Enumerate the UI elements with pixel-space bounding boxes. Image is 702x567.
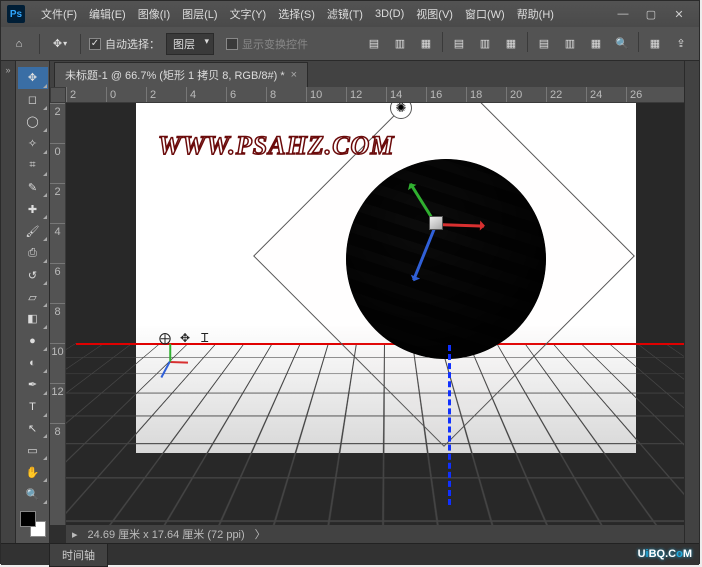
- watermark-text: WWW.PSAHZ.COM: [158, 131, 394, 161]
- path-select-tool[interactable]: ↖: [18, 418, 48, 440]
- 3d-vertical-axis-line: [448, 345, 451, 505]
- minimize-button[interactable]: —: [609, 4, 637, 24]
- site-watermark: UiBQ.CoM: [638, 541, 692, 562]
- menu-file[interactable]: 文件(F): [35, 6, 83, 22]
- chevron-right-icon: »: [5, 65, 10, 543]
- status-caret-icon[interactable]: ▸: [72, 528, 78, 541]
- document-tab-bar: 未标题-1 @ 66.7% (矩形 1 拷贝 8, RGB/8#) * ×: [50, 61, 699, 87]
- status-bar: ▸ 24.69 厘米 x 17.64 厘米 (72 ppi) 〉: [66, 525, 699, 543]
- show-transform-label: 显示变换控件: [242, 36, 308, 52]
- align-button-5[interactable]: ▥: [558, 32, 582, 56]
- gradient-tool[interactable]: ◧: [18, 308, 48, 330]
- crop-tool[interactable]: ⌗: [18, 155, 48, 177]
- canvas[interactable]: ⨁ ✥ Ꮖ WWW.PSAHZ.COM: [136, 103, 636, 453]
- marquee-tool[interactable]: ◻: [18, 89, 48, 111]
- align-button-3[interactable]: ▦: [414, 32, 438, 56]
- pan-icon[interactable]: ✥: [178, 331, 192, 345]
- ruler-vertical[interactable]: 20246810128: [50, 103, 66, 525]
- body-area: » ✥ ◻ ◯ ✧ ⌗ ✎ ✚ 🖌 ⎙ ↺ ▱ ◧ ● ◐ ✒ T ↖ ▭ ✋ …: [1, 61, 699, 543]
- tab-close-icon[interactable]: ×: [291, 69, 297, 81]
- dodge-tool[interactable]: ◐: [18, 352, 48, 374]
- separator: [638, 32, 639, 52]
- workspace-button[interactable]: ▦: [643, 32, 667, 56]
- menu-type[interactable]: 文字(Y): [224, 6, 273, 22]
- right-panel-strip[interactable]: [684, 61, 699, 543]
- menu-filter[interactable]: 滤镜(T): [321, 6, 369, 22]
- gizmo-center-cube-icon[interactable]: [429, 216, 443, 230]
- options-bar-right: ▤ ▥ ▦ ▤ ▥ ▦ ▤ ▥ ▦ 🔍 ▦ ⇪: [362, 32, 693, 56]
- maximize-button[interactable]: ▢: [637, 4, 665, 24]
- auto-select-label: 自动选择：: [105, 36, 160, 52]
- separator: [39, 34, 40, 54]
- ruler-horizontal[interactable]: 202468101214161820222426: [66, 87, 699, 103]
- options-bar: ⌂ ✥▾ ✓ 自动选择： 图层 ✓ 显示变换控件 ▤ ▥ ▦ ▤ ▥ ▦ ▤ ▥…: [1, 27, 699, 61]
- home-button[interactable]: ⌂: [7, 32, 31, 56]
- checkbox-icon: ✓: [226, 38, 238, 50]
- ps-logo-icon: Ps: [7, 5, 25, 23]
- tools-panel: ✥ ◻ ◯ ✧ ⌗ ✎ ✚ 🖌 ⎙ ↺ ▱ ◧ ● ◐ ✒ T ↖ ▭ ✋ 🔍: [16, 61, 50, 543]
- status-doc-size[interactable]: 24.69 厘米 x 17.64 厘米 (72 ppi): [88, 526, 245, 542]
- bottom-panel-bar: 时间轴: [1, 543, 699, 565]
- title-bar: Ps 文件(F) 编辑(E) 图像(I) 图层(L) 文字(Y) 选择(S) 滤…: [1, 1, 699, 27]
- dist-button-3[interactable]: ▦: [499, 32, 523, 56]
- menu-edit[interactable]: 编辑(E): [83, 6, 132, 22]
- align-button-4[interactable]: ▤: [532, 32, 556, 56]
- eyedropper-tool[interactable]: ✎: [18, 177, 48, 199]
- 3d-sphere-object[interactable]: [346, 159, 546, 359]
- separator: [442, 32, 443, 52]
- shape-tool[interactable]: ▭: [18, 439, 48, 461]
- search-button[interactable]: 🔍: [610, 32, 634, 56]
- history-brush-tool[interactable]: ↺: [18, 264, 48, 286]
- type-tool[interactable]: T: [18, 396, 48, 418]
- stamp-tool[interactable]: ⎙: [18, 242, 48, 264]
- menu-3d[interactable]: 3D(D): [369, 8, 410, 20]
- cursor-icon[interactable]: Ꮖ: [198, 331, 212, 345]
- status-more-icon[interactable]: 〉: [255, 526, 266, 542]
- pen-tool[interactable]: ✒: [18, 374, 48, 396]
- document-area: 未标题-1 @ 66.7% (矩形 1 拷贝 8, RGB/8#) * × 20…: [50, 61, 699, 543]
- align-button-6[interactable]: ▦: [584, 32, 608, 56]
- hand-tool[interactable]: ✋: [18, 461, 48, 483]
- menu-help[interactable]: 帮助(H): [511, 6, 560, 22]
- move-tool-icon[interactable]: ✥▾: [48, 32, 72, 56]
- menu-select[interactable]: 选择(S): [272, 6, 321, 22]
- align-button-2[interactable]: ▥: [388, 32, 412, 56]
- dist-button-2[interactable]: ▥: [473, 32, 497, 56]
- separator: [80, 34, 81, 54]
- magic-wand-tool[interactable]: ✧: [18, 133, 48, 155]
- menu-layer[interactable]: 图层(L): [176, 6, 223, 22]
- canvas-viewport[interactable]: ⨁ ✥ Ꮖ WWW.PSAHZ.COM ✺: [66, 103, 699, 525]
- dist-button-1[interactable]: ▤: [447, 32, 471, 56]
- blur-tool[interactable]: ●: [18, 330, 48, 352]
- auto-select-dropdown[interactable]: 图层: [166, 33, 214, 55]
- menu-window[interactable]: 窗口(W): [459, 6, 511, 22]
- brush-tool[interactable]: 🖌: [18, 220, 48, 242]
- left-collapse-strip[interactable]: »: [1, 61, 16, 543]
- checkbox-icon: ✓: [89, 38, 101, 50]
- auto-select-checkbox[interactable]: ✓ 自动选择：: [89, 36, 160, 52]
- menu-view[interactable]: 视图(V): [410, 6, 459, 22]
- ruler-corner: [50, 87, 66, 103]
- foreground-color[interactable]: [20, 511, 36, 527]
- zoom-tool[interactable]: 🔍: [18, 483, 48, 505]
- document-tab[interactable]: 未标题-1 @ 66.7% (矩形 1 拷贝 8, RGB/8#) * ×: [54, 62, 308, 87]
- move-tool[interactable]: ✥: [18, 67, 48, 89]
- orbit-icon[interactable]: ⨁: [158, 331, 172, 345]
- show-transform-checkbox[interactable]: ✓ 显示变换控件: [226, 36, 308, 52]
- color-swatch[interactable]: [20, 511, 46, 537]
- align-button-1[interactable]: ▤: [362, 32, 386, 56]
- separator: [527, 32, 528, 52]
- close-button[interactable]: ✕: [665, 4, 693, 24]
- heal-tool[interactable]: ✚: [18, 198, 48, 220]
- timeline-tab[interactable]: 时间轴: [49, 543, 108, 567]
- tab-title: 未标题-1 @ 66.7% (矩形 1 拷贝 8, RGB/8#) *: [65, 67, 285, 83]
- lasso-tool[interactable]: ◯: [18, 111, 48, 133]
- share-button[interactable]: ⇪: [669, 32, 693, 56]
- window-controls: — ▢ ✕: [609, 4, 693, 24]
- 3d-hud: ⨁ ✥ Ꮖ: [158, 331, 212, 345]
- menu-image[interactable]: 图像(I): [132, 6, 176, 22]
- eraser-tool[interactable]: ▱: [18, 286, 48, 308]
- app-window: Ps 文件(F) 编辑(E) 图像(I) 图层(L) 文字(Y) 选择(S) 滤…: [0, 0, 700, 564]
